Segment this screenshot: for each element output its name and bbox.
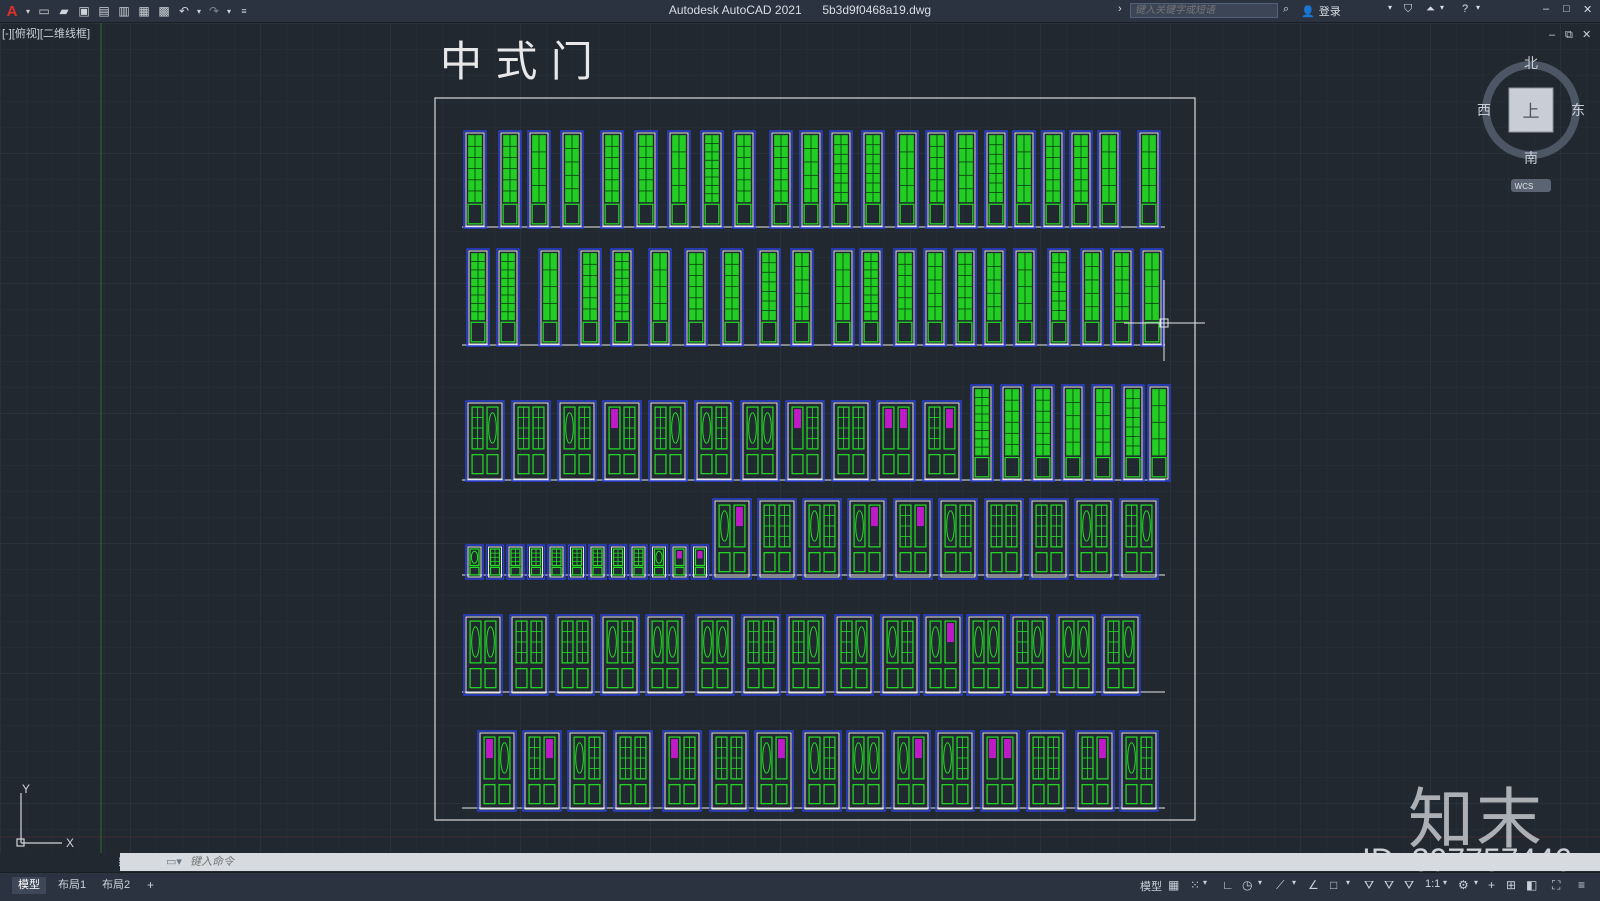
- workspace-dropdown-icon[interactable]: ▾: [1474, 878, 1478, 887]
- layout-tab-0[interactable]: 模型: [12, 877, 46, 894]
- close-window-icon[interactable]: ✕: [1583, 3, 1592, 16]
- workspace-gear-icon[interactable]: ⚙: [1458, 878, 1469, 892]
- isodraft-icon[interactable]: ⟋: [1276, 878, 1284, 893]
- viewport-close-icon[interactable]: ✕: [1582, 29, 1591, 41]
- door-stained-glass: [989, 739, 996, 759]
- save-as-icon[interactable]: ▤: [96, 3, 112, 19]
- search-icon[interactable]: ⌕: [1283, 3, 1289, 16]
- file-name: 5b3d9f0468a19.dwg: [822, 3, 932, 17]
- clean-screen-icon[interactable]: ⛶: [1552, 878, 1560, 893]
- door-stained-glass: [611, 409, 618, 429]
- door-stained-glass: [917, 507, 924, 527]
- command-input[interactable]: [190, 853, 1390, 871]
- search-expand-icon[interactable]: ›: [1118, 3, 1122, 15]
- command-line: ▭▾: [120, 853, 1600, 871]
- object-snap-tracking-icon[interactable]: ∠: [1308, 878, 1319, 892]
- snap-dropdown-icon[interactable]: ▾: [1203, 878, 1207, 887]
- publish-icon[interactable]: ▥: [116, 3, 132, 19]
- quick-access-toolbar: A ▾ ▭ ▰ ▣ ▤ ▥ ▦ ▩ ↶ ▾ ↷ ▾ ≡: [4, 3, 252, 20]
- hardware-acceleration-icon[interactable]: ◧: [1526, 878, 1537, 892]
- door-stained-glass: [677, 551, 682, 559]
- redo-dropdown-icon[interactable]: ▾: [226, 3, 232, 19]
- compass-south-label[interactable]: 南: [1524, 151, 1538, 167]
- annotation-scale-icon[interactable]: ⛛: [1404, 878, 1414, 893]
- door-stained-glass: [736, 507, 743, 527]
- customization-menu-icon[interactable]: ≡: [1578, 878, 1585, 892]
- print-icon[interactable]: ▩: [156, 3, 172, 19]
- status-bar: 模型 布局1 布局2 + 模型 ▦ ⁙ ▾ ∟ ◷ ▾ ⟋ ▾ ∠ □ ▾ ⛛ ⛛ …: [0, 872, 1600, 901]
- minimize-window-icon[interactable]: –: [1543, 3, 1549, 15]
- annotation-visibility-icon[interactable]: ⛛: [1364, 878, 1374, 893]
- object-snap-dropdown-icon[interactable]: ▾: [1346, 878, 1350, 887]
- sign-in-label: 登录: [1318, 6, 1341, 18]
- annotation-scale-value[interactable]: 1:1: [1425, 878, 1440, 890]
- search-input[interactable]: [1130, 3, 1278, 18]
- model-space-toggle[interactable]: 模型: [1140, 878, 1162, 894]
- app-menu-chevron-icon[interactable]: ▾: [24, 3, 32, 19]
- plot-preview-icon[interactable]: ▦: [136, 3, 152, 19]
- door-stained-glass: [794, 409, 801, 429]
- door-stained-glass: [486, 739, 493, 759]
- undo-icon[interactable]: ↶: [176, 3, 192, 19]
- viewport-minimize-icon[interactable]: –: [1549, 29, 1556, 41]
- door-stained-glass: [1099, 739, 1106, 759]
- help-dropdown-icon[interactable]: ▾: [1476, 3, 1480, 12]
- app-name: Autodesk AutoCAD 2021: [668, 3, 802, 17]
- sign-in-dropdown-icon[interactable]: ▾: [1388, 3, 1392, 12]
- layout-tab-1[interactable]: 布局1: [52, 877, 92, 894]
- sign-in-button[interactable]: 👤 登录: [1301, 3, 1341, 19]
- polar-tracking-icon[interactable]: ◷: [1242, 878, 1252, 892]
- door-stained-glass: [1004, 739, 1011, 759]
- save-icon[interactable]: ▣: [76, 3, 92, 19]
- door-stained-glass: [671, 739, 678, 759]
- customize-toolbar-icon[interactable]: ≡: [236, 3, 252, 19]
- model-space-canvas[interactable]: 中 式 门 上 北 南 东 西 WCS Y X – ⧉ ✕: [0, 23, 1600, 853]
- ortho-mode-icon[interactable]: ∟: [1222, 878, 1234, 892]
- viewport-restore-icon[interactable]: ⧉: [1565, 29, 1573, 41]
- compass-east-label[interactable]: 东: [1571, 103, 1585, 119]
- user-icon: 👤: [1301, 5, 1315, 18]
- grid-toggle-icon[interactable]: ▦: [1168, 878, 1179, 892]
- door-stained-glass: [885, 409, 892, 429]
- help-icon[interactable]: ?: [1462, 3, 1468, 15]
- annotation-monitor-icon[interactable]: +: [1488, 878, 1495, 892]
- door-stained-glass: [900, 409, 907, 429]
- redo-icon[interactable]: ↷: [206, 3, 222, 19]
- door-stained-glass: [946, 409, 953, 429]
- annotation-scale-dropdown-icon[interactable]: ▾: [1443, 878, 1447, 887]
- door-stained-glass: [915, 739, 922, 759]
- open-folder-icon[interactable]: ▰: [56, 3, 72, 19]
- layout-tab-2[interactable]: 布局2: [96, 877, 136, 894]
- door-stained-glass: [871, 507, 878, 527]
- units-icon[interactable]: ⊞: [1506, 878, 1516, 892]
- add-layout-icon[interactable]: +: [147, 878, 154, 892]
- snap-mode-icon[interactable]: ⁙: [1190, 878, 1200, 892]
- door-stained-glass: [778, 739, 785, 759]
- title-bar: A ▾ ▭ ▰ ▣ ▤ ▥ ▦ ▩ ↶ ▾ ↷ ▾ ≡ Autodesk Aut…: [0, 0, 1600, 23]
- autocad-logo-icon[interactable]: A: [4, 3, 20, 20]
- maximize-window-icon[interactable]: □: [1563, 3, 1570, 15]
- autodesk-app-store-icon[interactable]: ⛉: [1404, 3, 1412, 16]
- wcs-label: WCS: [1515, 182, 1534, 191]
- isodraft-dropdown-icon[interactable]: ▾: [1292, 878, 1296, 887]
- polar-dropdown-icon[interactable]: ▾: [1258, 878, 1262, 887]
- recent-commands-icon[interactable]: ▭▾: [166, 855, 182, 868]
- viewcube-face-label: 上: [1523, 102, 1540, 122]
- viewport-controls-label[interactable]: [-][俯视][二维线框]: [2, 25, 90, 41]
- a360-icon[interactable]: ⏶: [1426, 3, 1435, 16]
- new-file-icon[interactable]: ▭: [36, 3, 52, 19]
- drawing-title: 中 式 门: [440, 37, 593, 86]
- ucs-y-label: Y: [22, 782, 30, 796]
- door-stained-glass: [947, 623, 954, 643]
- door-stained-glass: [697, 551, 703, 559]
- undo-dropdown-icon[interactable]: ▾: [196, 3, 202, 19]
- door-stained-glass: [546, 739, 553, 759]
- auto-scale-icon[interactable]: ⛛: [1384, 878, 1394, 893]
- compass-north-label[interactable]: 北: [1524, 56, 1538, 72]
- a360-dropdown-icon[interactable]: ▾: [1440, 3, 1444, 12]
- compass-west-label[interactable]: 西: [1477, 103, 1491, 119]
- object-snap-icon[interactable]: □: [1330, 878, 1337, 892]
- ucs-x-label: X: [66, 836, 74, 850]
